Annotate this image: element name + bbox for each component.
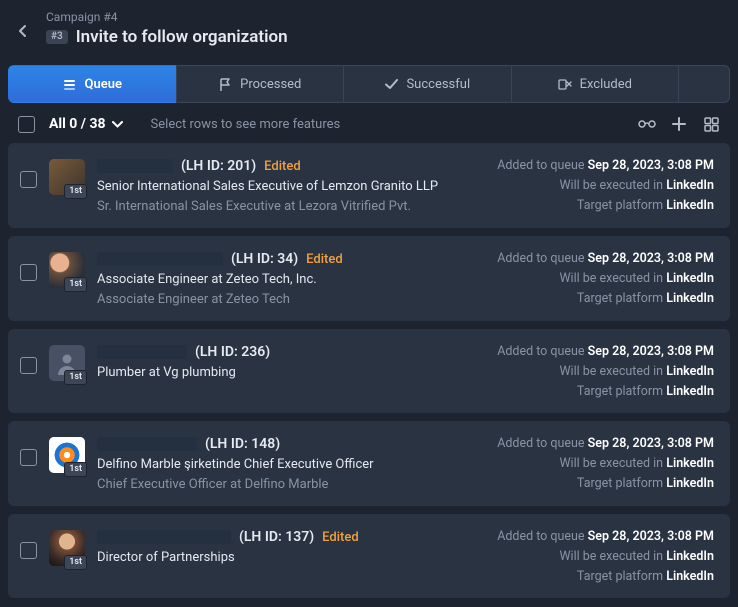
- meta-target: Target platform LinkedIn: [484, 384, 714, 399]
- check-icon: [384, 77, 398, 91]
- row-checkbox[interactable]: [20, 264, 37, 281]
- meta-target: Target platform LinkedIn: [484, 291, 714, 306]
- avatar[interactable]: 1st: [49, 252, 85, 288]
- job-title: Senior International Sales Executive of …: [97, 179, 472, 194]
- meta-target: Target platform LinkedIn: [484, 198, 714, 213]
- meta-target: Target platform LinkedIn: [484, 569, 714, 584]
- queue-row[interactable]: 1st (LH ID: 201) Edited Senior Internationa…: [8, 143, 730, 228]
- meta-exec: Will be executed in LinkedIn: [484, 549, 714, 564]
- lh-id: (LH ID: 236): [195, 344, 270, 360]
- tab-label: Processed: [240, 77, 301, 92]
- tab-processed[interactable]: Processed: [176, 65, 345, 103]
- lh-id: (LH ID: 137): [239, 529, 314, 545]
- job-title: Associate Engineer at Zeteo Tech, Inc.: [97, 272, 472, 287]
- count-dropdown[interactable]: All 0 / 38: [49, 116, 123, 132]
- tabs: Queue Processed Successful Excluded: [8, 65, 730, 103]
- lh-id: (LH ID: 148): [205, 436, 280, 452]
- lh-id: (LH ID: 34): [231, 251, 298, 267]
- person-name-redacted: [97, 345, 187, 359]
- job-subtitle: Chief Executive Officer at Delfino Marbl…: [97, 477, 472, 492]
- job-subtitle: Sr. International Sales Executive at Lez…: [97, 199, 472, 214]
- flag-icon: [218, 77, 232, 91]
- tab-label: Excluded: [580, 77, 632, 92]
- avatar[interactable]: 1st: [49, 345, 85, 381]
- queue-row[interactable]: 1st (LH ID: 137) Edited Director of Partner…: [8, 514, 730, 598]
- edited-badge: Edited: [264, 159, 300, 174]
- connection-badge: 1st: [64, 184, 87, 199]
- meta-added: Added to queue Sep 28, 2023, 3:08 PM: [484, 251, 714, 266]
- row-checkbox[interactable]: [20, 171, 37, 188]
- action-glasses-button[interactable]: [638, 115, 656, 133]
- person-name-redacted: [97, 530, 231, 544]
- person-name-redacted: [97, 252, 223, 266]
- tab-queue[interactable]: Queue: [8, 65, 177, 103]
- queue-row[interactable]: 1st (LH ID: 148) Delfino Marble şirketinde…: [8, 421, 730, 506]
- breadcrumb: Campaign #4: [46, 10, 288, 24]
- lh-id: (LH ID: 201): [181, 158, 256, 174]
- tab-label: Successful: [406, 77, 470, 92]
- queue-row[interactable]: 1st (LH ID: 34) Edited Associate Engineer a…: [8, 236, 730, 321]
- queue-row[interactable]: 1st (LH ID: 236) Plumber at Vg plumbing Add…: [8, 329, 730, 413]
- tab-successful[interactable]: Successful: [343, 65, 512, 103]
- queue-icon: [63, 77, 77, 91]
- job-title: Director of Partnerships: [97, 550, 472, 565]
- toolbar-hint: Select rows to see more features: [151, 117, 341, 132]
- meta-target: Target platform LinkedIn: [484, 476, 714, 491]
- back-button[interactable]: [14, 22, 32, 40]
- page-title: Invite to follow organization: [76, 27, 288, 47]
- chevron-down-icon: [112, 121, 123, 128]
- job-title: Plumber at Vg plumbing: [97, 365, 472, 380]
- add-button[interactable]: [670, 115, 688, 133]
- meta-added: Added to queue Sep 28, 2023, 3:08 PM: [484, 344, 714, 359]
- job-subtitle: Associate Engineer at Zeteo Tech: [97, 292, 472, 307]
- job-title: Delfino Marble şirketinde Chief Executiv…: [97, 457, 472, 472]
- edited-badge: Edited: [322, 530, 358, 545]
- avatar[interactable]: 1st: [49, 437, 85, 473]
- meta-added: Added to queue Sep 28, 2023, 3:08 PM: [484, 158, 714, 173]
- avatar[interactable]: 1st: [49, 159, 85, 195]
- connection-badge: 1st: [64, 555, 87, 570]
- person-name-redacted: [97, 437, 197, 451]
- tab-more[interactable]: [678, 65, 730, 103]
- row-checkbox[interactable]: [20, 357, 37, 374]
- meta-exec: Will be executed in LinkedIn: [484, 271, 714, 286]
- meta-exec: Will be executed in LinkedIn: [484, 456, 714, 471]
- grid-view-button[interactable]: [702, 115, 720, 133]
- excluded-icon: [558, 77, 572, 91]
- connection-badge: 1st: [64, 277, 87, 292]
- meta-exec: Will be executed in LinkedIn: [484, 364, 714, 379]
- connection-badge: 1st: [64, 370, 87, 385]
- meta-added: Added to queue Sep 28, 2023, 3:08 PM: [484, 529, 714, 544]
- step-badge: #3: [46, 30, 68, 44]
- tab-label: Queue: [85, 77, 122, 92]
- tab-excluded[interactable]: Excluded: [511, 65, 680, 103]
- edited-badge: Edited: [306, 252, 342, 267]
- title-block: Campaign #4 #3 Invite to follow organiza…: [46, 10, 288, 47]
- person-name-redacted: [97, 159, 173, 173]
- connection-badge: 1st: [64, 462, 87, 477]
- row-checkbox[interactable]: [20, 449, 37, 466]
- meta-added: Added to queue Sep 28, 2023, 3:08 PM: [484, 436, 714, 451]
- count-label: All 0 / 38: [49, 116, 106, 132]
- row-checkbox[interactable]: [20, 542, 37, 559]
- avatar[interactable]: 1st: [49, 530, 85, 566]
- meta-exec: Will be executed in LinkedIn: [484, 178, 714, 193]
- select-all-checkbox[interactable]: [18, 116, 35, 133]
